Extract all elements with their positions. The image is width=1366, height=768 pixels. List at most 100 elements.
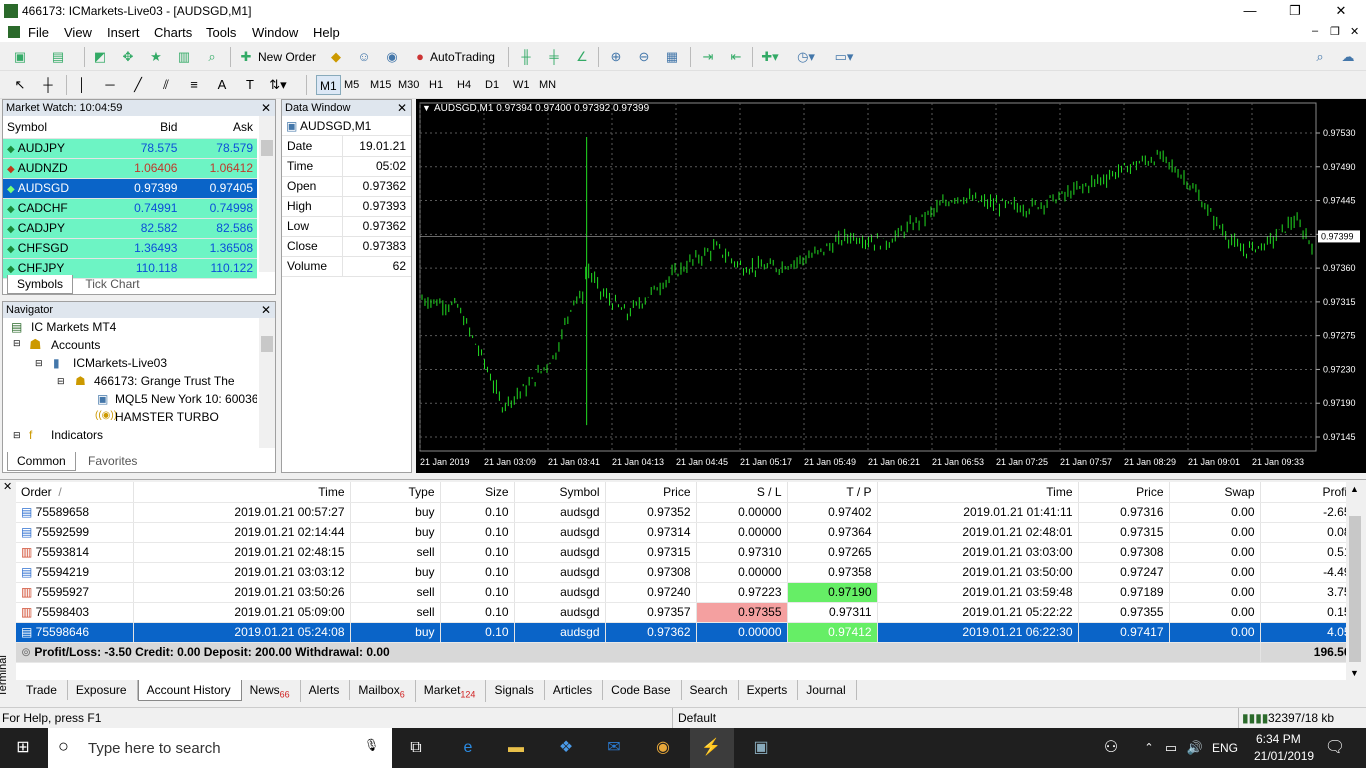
tab-experts[interactable]: Experts <box>739 680 799 700</box>
nav-account[interactable]: 466173: Grange Trust The <box>94 374 235 388</box>
history-row[interactable]: ▤ 75589658 2019.01.21 00:57:27 buy 0.10 auds… <box>16 502 1346 523</box>
remote-desktop-icon[interactable]: ▣ <box>748 736 774 760</box>
menu-file[interactable]: File <box>28 25 49 40</box>
metatrader-icon[interactable]: ⚡ <box>698 736 724 760</box>
tab-journal[interactable]: Journal <box>798 680 857 700</box>
cursor-icon[interactable]: ↖ <box>10 75 30 95</box>
zoom-out-icon[interactable]: ⊖ <box>634 47 654 67</box>
swap-column-header[interactable]: Swap <box>1169 482 1261 503</box>
navigator-scrollbar[interactable] <box>259 318 275 448</box>
tab-exposure[interactable]: Exposure <box>68 680 138 700</box>
equidistant-channel-icon[interactable]: ⫽ <box>156 75 176 95</box>
close-icon[interactable]: ✕ <box>3 480 12 493</box>
scroll-thumb[interactable] <box>1349 516 1361 662</box>
people-icon[interactable]: ⚇ <box>1098 736 1124 760</box>
history-row-selected[interactable]: ▤ 75598646 2019.01.21 05:24:08 buy 0.10 auds… <box>16 622 1346 643</box>
market-watch-row-selected[interactable]: ◆ AUDSGD 0.97399 0.97405 <box>3 178 257 199</box>
signals-icon[interactable]: ◉ <box>382 47 402 67</box>
timeframe-m1[interactable]: M1 <box>316 75 341 95</box>
taskbar-search[interactable]: ○ Type here to search 🎙 <box>48 728 392 768</box>
search-icon[interactable]: ⌕ <box>1310 47 1330 67</box>
market-watch-row[interactable]: ◆ AUDJPY 78.575 78.579 <box>3 138 257 159</box>
menu-charts[interactable]: Charts <box>154 25 192 40</box>
navigator-icon[interactable]: ★ <box>146 47 166 67</box>
menu-insert[interactable]: Insert <box>107 25 140 40</box>
tab-trade[interactable]: Trade <box>18 680 68 700</box>
text-label-icon[interactable]: T <box>240 75 260 95</box>
tab-news[interactable]: News66 <box>242 680 301 703</box>
timeframe-m5[interactable]: M5 <box>344 75 359 95</box>
nav-accounts[interactable]: Accounts <box>51 338 100 352</box>
market-watch-scrollbar[interactable] <box>259 116 275 272</box>
tab-account-history[interactable]: Account History <box>137 680 242 701</box>
tab-search[interactable]: Search <box>682 680 739 700</box>
menu-window[interactable]: Window <box>252 25 298 40</box>
collapse-icon[interactable]: ⊟ <box>57 376 65 387</box>
new-chart-icon[interactable]: ▣ <box>10 47 30 67</box>
indicators-icon[interactable]: ✚▾ <box>760 47 780 67</box>
chart-menu-icon[interactable]: ▼ <box>422 103 431 113</box>
volume-icon[interactable]: 🔊 <box>1182 736 1208 760</box>
history-row[interactable]: ▥ 75598403 2019.01.21 05:09:00 sell 0.10 aud… <box>16 602 1346 623</box>
nav-root[interactable]: IC Markets MT4 <box>31 320 116 334</box>
tab-favorites[interactable]: Favorites <box>79 452 146 470</box>
terminal-icon[interactable]: ▥ <box>174 47 194 67</box>
periods-icon[interactable]: ◷▾ <box>796 47 816 67</box>
autotrading-button[interactable]: AutoTrading <box>430 47 495 67</box>
market-watch-row[interactable]: ◆ CHFSGD 1.36493 1.36508 <box>3 238 257 259</box>
close-icon[interactable]: ✕ <box>261 100 271 116</box>
menu-help[interactable]: Help <box>313 25 340 40</box>
strategy-tester-icon[interactable]: ⌕ <box>202 47 222 67</box>
chart-shift-icon[interactable]: ⇤ <box>726 47 746 67</box>
profit-column-header[interactable]: Profit <box>1260 482 1346 503</box>
price-chart[interactable]: 0.975300.974900.974450.974050.973600.973… <box>416 99 1366 473</box>
time-column-header[interactable]: Time <box>133 482 351 503</box>
close-icon[interactable]: ✕ <box>261 302 271 318</box>
battery-icon[interactable]: ▭ <box>1158 736 1184 760</box>
close-time-column-header[interactable]: Time <box>877 482 1079 503</box>
fibonacci-icon[interactable]: ≡ <box>184 75 204 95</box>
tab-signals[interactable]: Signals <box>486 680 545 700</box>
chrome-icon[interactable]: ◉ <box>650 736 676 760</box>
microphone-icon[interactable]: 🎙 <box>364 738 379 752</box>
language-indicator[interactable]: ENG <box>1212 741 1238 755</box>
edge-icon[interactable]: e <box>455 736 481 760</box>
tab-mailbox[interactable]: Mailbox6 <box>350 680 416 703</box>
menu-view[interactable]: View <box>64 25 92 40</box>
horizontal-line-icon[interactable]: ─ <box>100 75 120 95</box>
nav-indicators[interactable]: Indicators <box>51 428 103 442</box>
outlook-icon[interactable]: ✉ <box>601 736 627 760</box>
metaeditor-icon[interactable]: ◆ <box>326 47 346 67</box>
arrows-icon[interactable]: ⇅▾ <box>268 75 288 95</box>
windows-start-icon[interactable]: ⊞ <box>10 736 36 760</box>
clock-time[interactable]: 6:34 PM <box>1256 732 1301 746</box>
minimize-button[interactable]: — <box>1227 2 1273 20</box>
market-watch-row[interactable]: ◆ CADJPY 82.582 82.586 <box>3 218 257 239</box>
new-order-button[interactable]: New Order <box>258 47 316 67</box>
bar-chart-icon[interactable]: ╫ <box>516 47 536 67</box>
child-restore-button[interactable]: ❐ <box>1330 25 1340 38</box>
data-window-icon[interactable]: ✥ <box>118 47 138 67</box>
market-watch-icon[interactable]: ◩ <box>90 47 110 67</box>
history-scrollbar[interactable]: ▲ ▼ <box>1346 482 1364 680</box>
experts-icon[interactable]: ☺ <box>354 47 374 67</box>
close-button[interactable]: ✕ <box>1318 2 1364 20</box>
history-row[interactable]: ▥ 75593814 2019.01.21 02:48:15 sell 0.10 aud… <box>16 542 1346 563</box>
history-row[interactable]: ▤ 75594219 2019.01.21 03:03:12 buy 0.10 auds… <box>16 562 1346 583</box>
history-row[interactable]: ▤ 75592599 2019.01.21 02:14:44 buy 0.10 auds… <box>16 522 1346 543</box>
tab-common[interactable]: Common <box>7 452 76 471</box>
autotrading-icon[interactable]: ● <box>410 47 430 67</box>
line-chart-icon[interactable]: ∠ <box>572 47 592 67</box>
notifications-icon[interactable]: 🗨 <box>1322 736 1348 760</box>
chart-canvas[interactable]: 0.975300.974900.974450.974050.973600.973… <box>416 99 1366 473</box>
order-column-header[interactable]: Order / <box>16 482 134 503</box>
zoom-in-icon[interactable]: ⊕ <box>606 47 626 67</box>
child-close-button[interactable]: ✕ <box>1350 25 1359 38</box>
dropbox-icon[interactable]: ❖ <box>553 736 579 760</box>
nav-expert[interactable]: HAMSTER TURBO <box>115 410 219 424</box>
task-view-icon[interactable]: ⧉ <box>403 736 429 760</box>
candlestick-icon[interactable]: ╪ <box>544 47 564 67</box>
new-order-icon[interactable]: ✚ <box>236 47 256 67</box>
file-explorer-icon[interactable]: ▬ <box>503 736 529 760</box>
trendline-icon[interactable]: ╱ <box>128 75 148 95</box>
